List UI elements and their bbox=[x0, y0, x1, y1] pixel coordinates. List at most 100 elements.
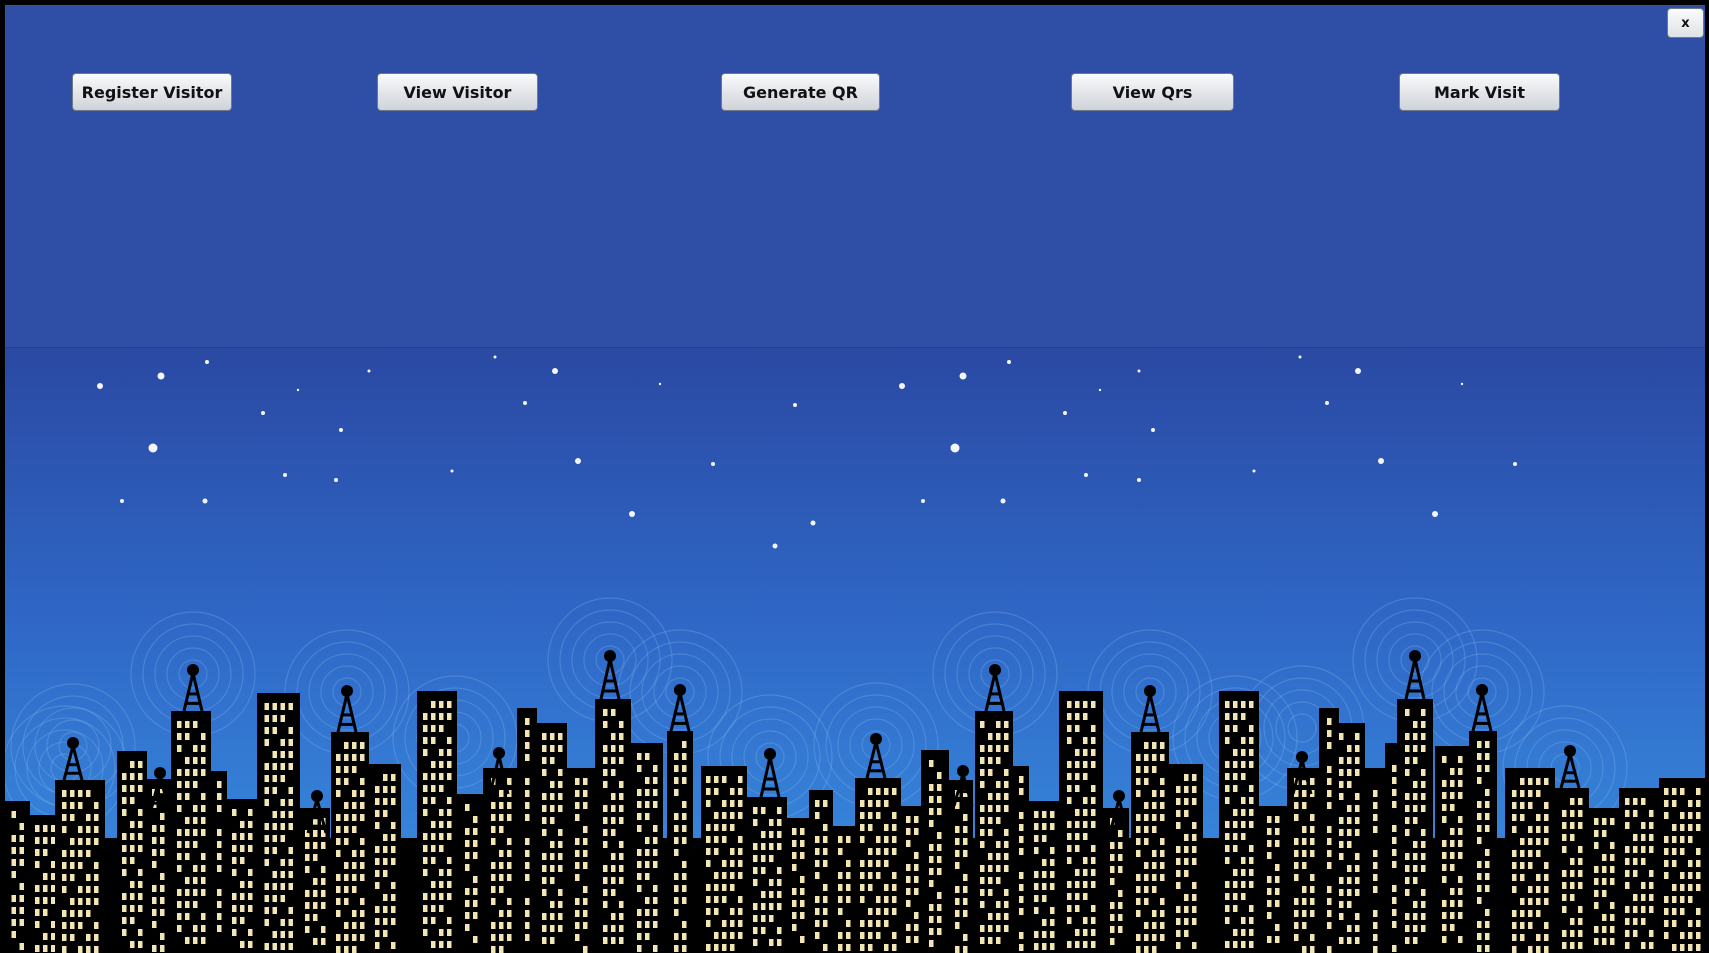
building-window bbox=[43, 873, 48, 880]
building-window bbox=[1176, 846, 1181, 853]
building-window bbox=[1625, 870, 1630, 877]
building-window bbox=[1528, 886, 1533, 893]
building-window bbox=[1034, 883, 1039, 890]
building-window bbox=[674, 813, 679, 820]
building-window bbox=[491, 802, 496, 809]
building-window bbox=[160, 897, 165, 904]
building-window bbox=[1392, 801, 1397, 808]
building-window bbox=[1067, 881, 1072, 888]
building-window bbox=[980, 805, 985, 812]
building-window bbox=[1091, 941, 1096, 948]
building-window bbox=[1249, 881, 1254, 888]
building-window bbox=[473, 900, 478, 907]
building-window bbox=[232, 809, 237, 816]
view-visitor-button[interactable]: View Visitor bbox=[377, 73, 538, 111]
building-window bbox=[682, 813, 687, 820]
building-window bbox=[1118, 926, 1123, 933]
register-visitor-button[interactable]: Register Visitor bbox=[72, 73, 232, 111]
building-window bbox=[193, 745, 198, 752]
building-window bbox=[423, 917, 428, 924]
building-window bbox=[1680, 848, 1685, 855]
building-window bbox=[240, 845, 245, 852]
building-window bbox=[525, 814, 530, 821]
building-window bbox=[838, 908, 843, 915]
building-window bbox=[1610, 842, 1615, 849]
building-window bbox=[160, 873, 165, 880]
building-window bbox=[352, 910, 357, 917]
building-window bbox=[1225, 785, 1230, 792]
building-window bbox=[730, 812, 735, 819]
building-window bbox=[1570, 894, 1575, 901]
building-window bbox=[1664, 860, 1669, 867]
building-window bbox=[51, 885, 56, 892]
building-window bbox=[160, 909, 165, 916]
building-window bbox=[1373, 910, 1378, 917]
building-window bbox=[1075, 941, 1080, 948]
building-window bbox=[682, 897, 687, 904]
building-window bbox=[1413, 937, 1418, 944]
building-window bbox=[1450, 780, 1455, 787]
building-window bbox=[35, 945, 40, 952]
building-window bbox=[1544, 826, 1549, 833]
mark-visit-button[interactable]: Mark Visit bbox=[1399, 73, 1560, 111]
building-window bbox=[1075, 773, 1080, 780]
building-window bbox=[860, 944, 865, 951]
star bbox=[367, 369, 371, 373]
view-qrs-button[interactable]: View Qrs bbox=[1071, 73, 1234, 111]
building-window bbox=[1118, 842, 1123, 849]
building-window bbox=[996, 925, 1001, 932]
building-window bbox=[738, 920, 743, 927]
building-window bbox=[264, 799, 269, 806]
building-window bbox=[1696, 848, 1701, 855]
building-window bbox=[375, 870, 380, 877]
building-window bbox=[70, 814, 75, 821]
building-window bbox=[465, 900, 470, 907]
building-window bbox=[1680, 896, 1685, 903]
building-window bbox=[838, 944, 843, 951]
building-window bbox=[1019, 776, 1024, 783]
building-window bbox=[542, 733, 547, 740]
building-window bbox=[892, 944, 897, 951]
building-window bbox=[1067, 713, 1072, 720]
building-window bbox=[558, 865, 563, 872]
building-window bbox=[937, 892, 942, 899]
building-window bbox=[1421, 805, 1426, 812]
building-window bbox=[823, 848, 828, 855]
building-window bbox=[937, 784, 942, 791]
building-window bbox=[1034, 835, 1039, 842]
building-window bbox=[1327, 850, 1332, 857]
building-window bbox=[980, 745, 985, 752]
building-window bbox=[1512, 946, 1517, 953]
building-window bbox=[937, 844, 942, 851]
building-window bbox=[619, 937, 624, 944]
building-window bbox=[1413, 877, 1418, 884]
building-window bbox=[753, 915, 758, 922]
building-window bbox=[62, 802, 67, 809]
building-window bbox=[1118, 914, 1123, 921]
close-button[interactable]: x bbox=[1667, 8, 1704, 38]
building-window bbox=[1421, 709, 1426, 716]
building-window bbox=[996, 913, 1001, 920]
building-window bbox=[1544, 874, 1549, 881]
building-window bbox=[777, 903, 782, 910]
building-window bbox=[1083, 869, 1088, 876]
building-window bbox=[352, 826, 357, 833]
building-window bbox=[1136, 850, 1141, 857]
building-window bbox=[185, 937, 190, 944]
building-window bbox=[980, 781, 985, 788]
building-window bbox=[714, 788, 719, 795]
building-window bbox=[1413, 745, 1418, 752]
building-window bbox=[777, 891, 782, 898]
building-window bbox=[988, 793, 993, 800]
building-window bbox=[1160, 802, 1165, 809]
building-window bbox=[288, 919, 293, 926]
generate-qr-button[interactable]: Generate QR bbox=[721, 73, 880, 111]
building-window bbox=[1664, 872, 1669, 879]
building-window bbox=[1442, 852, 1447, 859]
building-window bbox=[1118, 854, 1123, 861]
building-window bbox=[248, 929, 253, 936]
building-window bbox=[344, 934, 349, 941]
building-window bbox=[1544, 922, 1549, 929]
building-window bbox=[761, 855, 766, 862]
building-window bbox=[1176, 882, 1181, 889]
